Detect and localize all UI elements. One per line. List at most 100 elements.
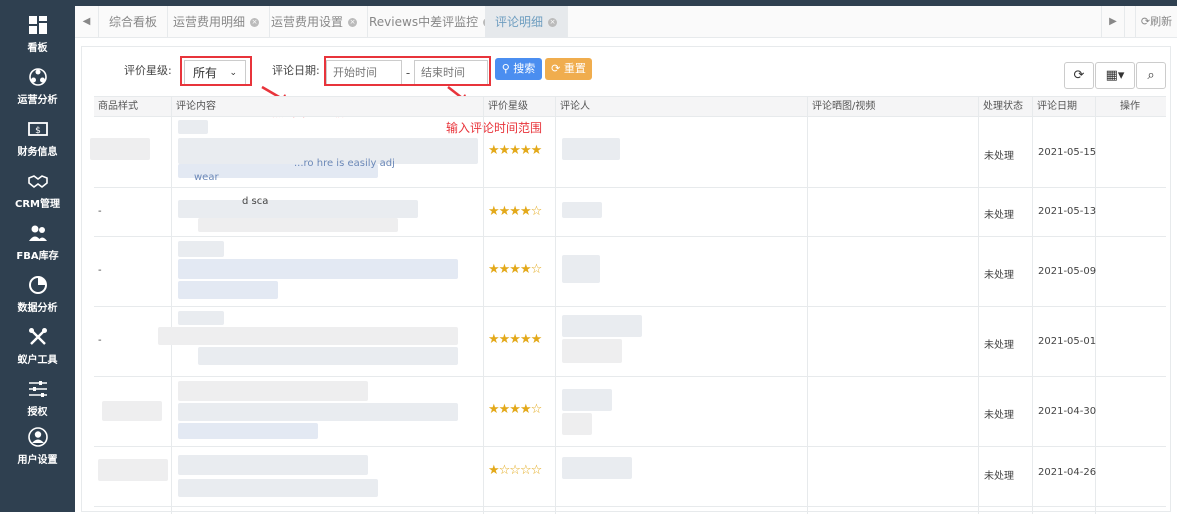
money-icon: $ — [27, 122, 48, 136]
table-row[interactable]: ★★★★☆ 未处理 2021-04-30 — [94, 377, 1166, 447]
status-text: 未处理 — [984, 340, 1014, 351]
network-icon — [28, 68, 47, 86]
col-header-style[interactable]: 商品样式 — [94, 97, 138, 117]
sidebar-item-finance[interactable]: $ 财务信息 — [0, 118, 75, 168]
rating-stars: ★★★★☆ — [488, 204, 542, 219]
redacted-block — [102, 401, 162, 421]
sidebar-item-label: 看板 — [27, 43, 48, 54]
sidebar-item-label: 授权 — [27, 407, 48, 418]
sidebar-item-authorization[interactable]: 授权 — [0, 378, 75, 428]
col-header-reviewer[interactable]: 评论人 — [556, 97, 590, 117]
redacted-block — [562, 255, 600, 283]
tab-scroll-right-button[interactable]: ▶ — [1101, 6, 1125, 38]
refresh-icon: ⟳ — [1140, 15, 1151, 28]
tab-dashboard[interactable]: 综合看板 — [99, 6, 169, 38]
status-text: 未处理 — [984, 210, 1014, 221]
close-icon[interactable]: × — [250, 18, 260, 27]
redacted-block — [178, 281, 278, 299]
product-style: - — [98, 265, 102, 276]
close-icon[interactable]: × — [548, 18, 558, 27]
col-header-rating[interactable]: 评价星级 — [484, 97, 528, 117]
sidebar-item-label: 蚁户工具 — [17, 355, 58, 366]
table-row[interactable]: - d sca ★★★★☆ 未处理 2021-05-13 — [94, 188, 1166, 237]
redacted-block — [178, 311, 224, 325]
table-search-button[interactable]: ⌕ — [1136, 62, 1166, 89]
review-snippet: ...ro hre is easily adj — [294, 158, 395, 169]
redacted-block — [158, 327, 458, 345]
table-row[interactable]: ...ro hre is easily adj wear ★★★★★ 未处理 2… — [90, 118, 1166, 188]
sidebar-item-user-settings[interactable]: 用户设置 — [0, 426, 75, 476]
search-icon: ⚲ — [501, 62, 510, 75]
redacted-block — [178, 381, 368, 401]
reset-button[interactable]: ⟳ 重置 — [545, 58, 592, 80]
status-text: 未处理 — [984, 471, 1014, 482]
sidebar-item-fba[interactable]: FBA库存 — [0, 222, 75, 272]
redacted-block — [178, 200, 418, 218]
dashboard-icon — [28, 16, 47, 34]
reset-icon: ⟳ — [551, 62, 561, 75]
user-icon — [27, 427, 48, 447]
redacted-block — [178, 241, 224, 257]
sidebar-item-crm[interactable]: CRM管理 — [0, 170, 75, 220]
redacted-block — [562, 315, 642, 337]
status-text: 未处理 — [984, 151, 1014, 162]
pie-chart-icon — [28, 276, 47, 294]
refresh-tab-button[interactable]: ⟳刷新 — [1135, 6, 1177, 38]
tab-label: 运营费用明细 — [173, 15, 246, 29]
redacted-block — [178, 259, 458, 279]
redacted-block — [178, 120, 208, 134]
rating-stars: ★★★★☆ — [488, 402, 542, 417]
redacted-block — [562, 202, 602, 218]
sidebar-item-label: 财务信息 — [17, 147, 58, 158]
review-date: 2021-05-13 — [1038, 206, 1097, 217]
col-header-content[interactable]: 评论内容 — [172, 97, 216, 117]
table-row[interactable]: - ★★★★★ 未处理 2021-05-01 — [94, 307, 1166, 377]
redacted-block — [178, 455, 368, 475]
col-header-status[interactable]: 处理状态 — [979, 97, 1023, 117]
col-header-actions: 操作 — [1120, 101, 1140, 112]
redacted-block — [98, 459, 168, 481]
table-row[interactable]: - ★★★★☆ 未处理 2021-05-09 — [94, 237, 1166, 307]
review-date: 2021-04-26 — [1038, 467, 1097, 478]
handshake-icon — [27, 175, 48, 189]
sidebar-item-label: CRM管理 — [15, 199, 60, 210]
sidebar-item-tools[interactable]: 蚁户工具 — [0, 326, 75, 376]
sidebar-item-label: 用户设置 — [17, 455, 58, 466]
tab-label: 评论明细 — [495, 15, 544, 29]
tab-scroll-left-button[interactable]: ◀ — [75, 6, 99, 38]
tab-reviews-monitor[interactable]: Reviews中差评监控× — [359, 6, 504, 38]
rating-stars: ★☆☆☆☆ — [488, 463, 542, 478]
tab-op-expense-detail[interactable]: 运营费用明细 × — [163, 6, 271, 38]
table-refresh-button[interactable]: ⟳ — [1064, 62, 1094, 89]
refresh-label: 刷新 — [1150, 15, 1173, 28]
redacted-block — [178, 403, 458, 421]
date-filter-label: 评论日期: — [272, 64, 320, 77]
tab-review-detail[interactable]: 评论明细 × — [485, 6, 569, 38]
status-text: 未处理 — [984, 270, 1014, 281]
review-date: 2021-04-30 — [1038, 406, 1097, 417]
rating-stars: ★★★★☆ — [488, 262, 542, 277]
review-date: 2021-05-15 — [1038, 147, 1097, 158]
sidebar-item-operations[interactable]: 运营分析 — [0, 66, 75, 116]
sidebar-item-dashboard[interactable]: 看板 — [0, 14, 75, 64]
sidebar-item-label: FBA库存 — [16, 251, 59, 262]
rating-stars: ★★★★★ — [488, 332, 542, 347]
search-button[interactable]: ⚲ 搜索 — [495, 58, 542, 80]
col-header-date[interactable]: 评论日期 — [1033, 97, 1077, 117]
date-highlight-box — [324, 56, 491, 86]
col-header-media[interactable]: 评论晒图/视频 — [808, 97, 875, 117]
content-panel: 评价星级: 所有 ⌄ 评论日期: 开始时间 - 结束时间 ⚲ 搜索 ⟳ 重置 ⟳… — [81, 46, 1171, 514]
redacted-block — [562, 457, 632, 479]
columns-toggle-button[interactable]: ▦▾ — [1095, 62, 1135, 89]
table-row[interactable]: ★☆☆☆☆ 未处理 2021-04-26 — [94, 447, 1166, 507]
sidebar-item-data-analysis[interactable]: 数据分析 — [0, 274, 75, 324]
users-icon — [28, 225, 47, 241]
main-area: ◀ 综合看板 运营费用明细 × 运营费用设置× Reviews中差评监控× 评论明… — [75, 6, 1177, 514]
redacted-block — [178, 479, 378, 497]
redacted-block — [562, 138, 620, 160]
close-icon[interactable]: × — [348, 18, 358, 27]
tools-icon — [28, 328, 47, 345]
sliders-icon — [28, 381, 47, 397]
tab-op-expense-settings[interactable]: 运营费用设置 × — [261, 6, 369, 38]
redacted-block — [562, 389, 612, 411]
